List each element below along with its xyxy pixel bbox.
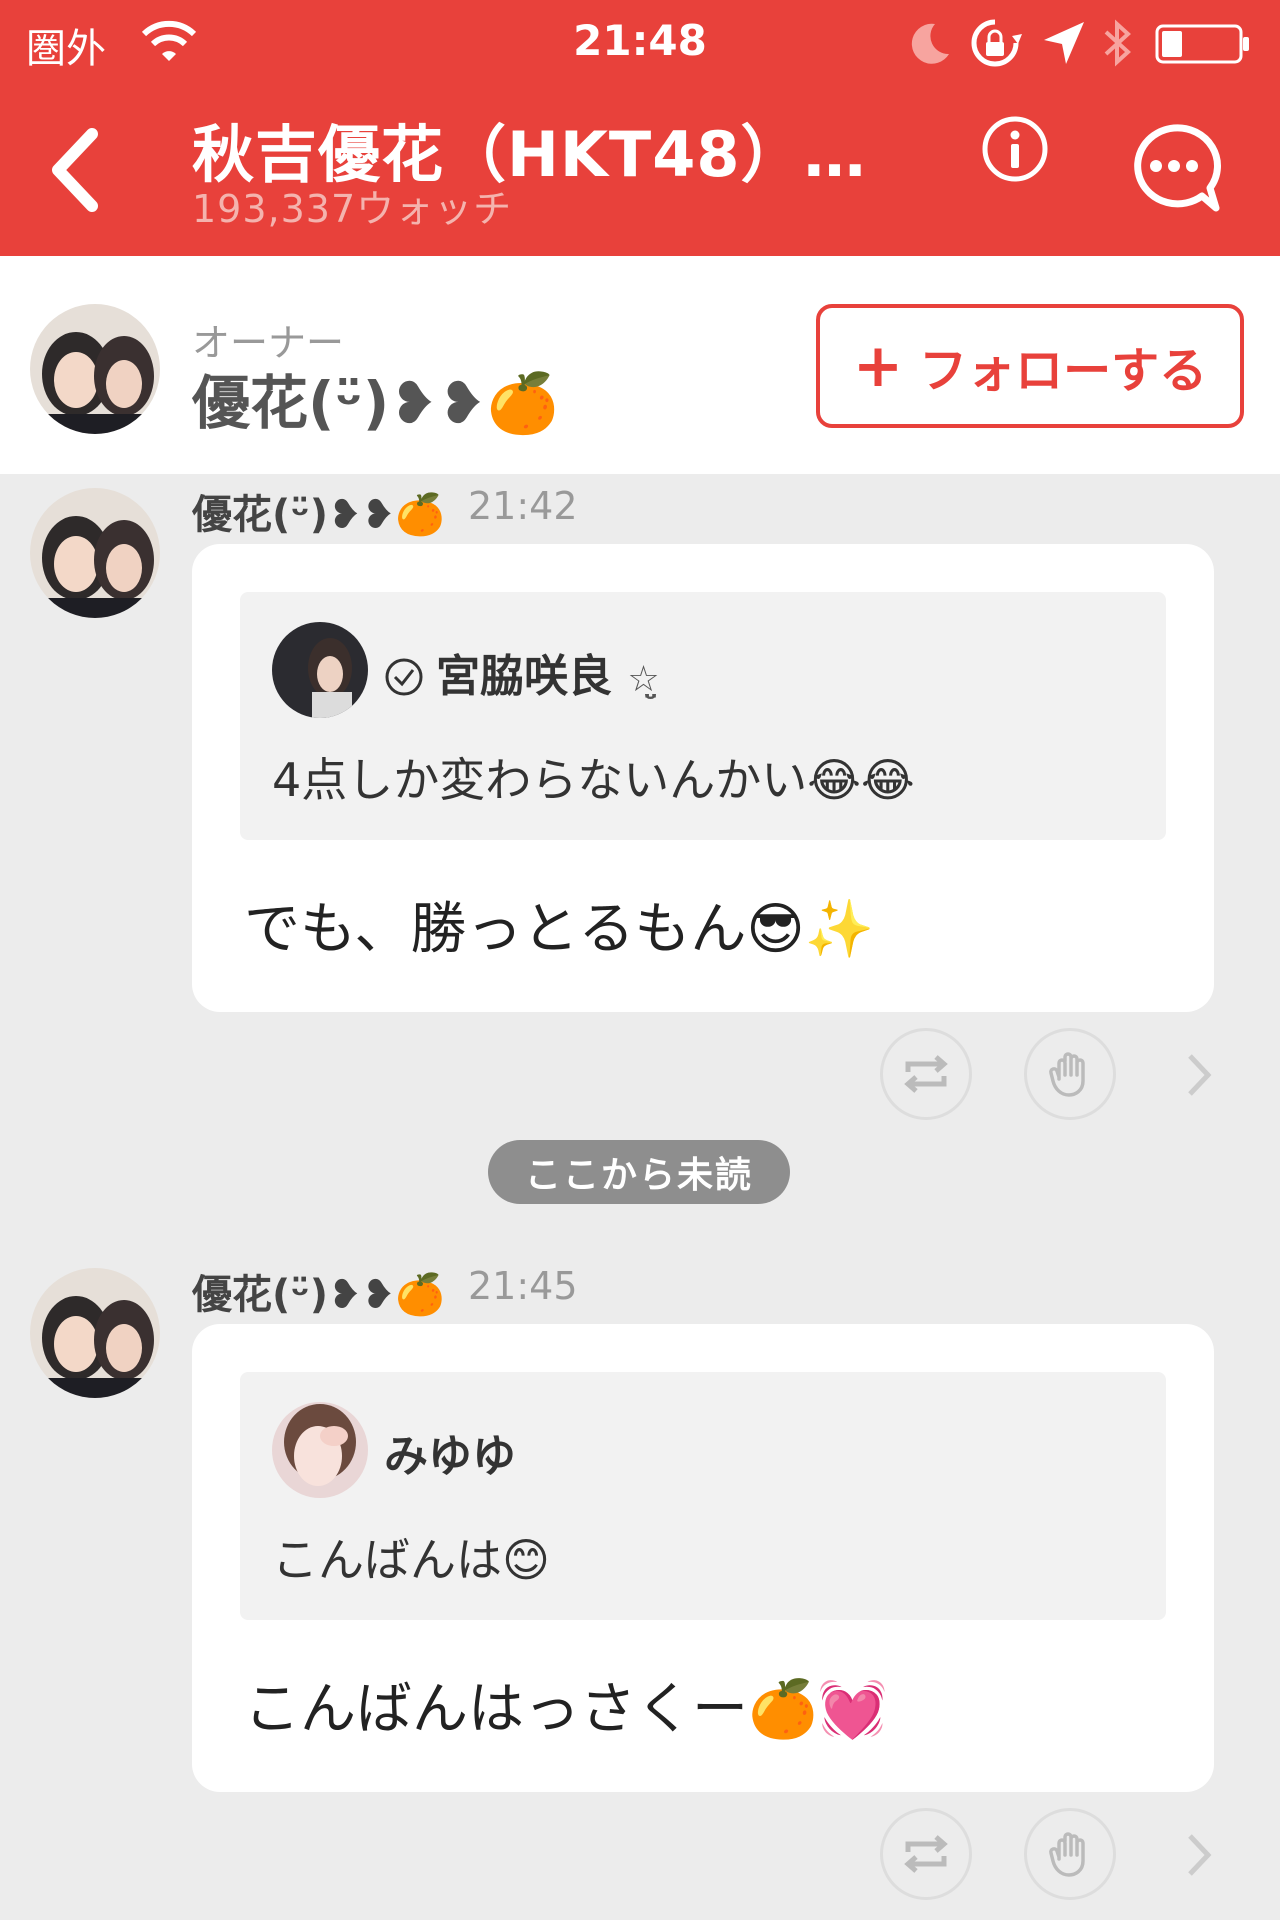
owner-avatar[interactable] [30, 304, 160, 434]
message-avatar[interactable] [30, 488, 160, 618]
battery-icon [1155, 24, 1249, 64]
info-icon[interactable] [980, 114, 1050, 184]
clap-hand-icon [1049, 1052, 1085, 1097]
follow-label: フォローする [919, 343, 1208, 399]
quote-author-decoration: ☆̤̮ [627, 659, 660, 700]
header: 圏外 21:48 秋吉優花（HKT48）な... 193,337ウォッチ [0, 0, 1280, 256]
message-sender: 優花(ᵕ̈)❥❥🍊 [192, 492, 445, 538]
follow-button[interactable]: + フォローする [816, 304, 1244, 428]
location-arrow-icon [1044, 22, 1084, 64]
owner-name: 優花(ᵕ̈)❥❥🍊 [192, 369, 559, 437]
app-root: 圏外 21:48 秋吉優花（HKT48）な... 193,337ウォッチ オーナ… [0, 0, 1280, 1920]
quote-author: みゆゆ [384, 1420, 516, 1484]
quote-avatar [272, 1402, 368, 1498]
quote-author: 宮脇咲良 ☆̤̮ [384, 640, 660, 704]
reply-text: でも、勝っとるもん😎✨ [244, 897, 875, 962]
chevron-right-icon[interactable] [1180, 1830, 1216, 1880]
chevron-right-icon[interactable] [1180, 1050, 1216, 1100]
rotation-lock-icon [971, 19, 1022, 67]
clock: 21:48 [573, 16, 707, 65]
quoted-message[interactable]: みゆゆ こんばんは😊 [240, 1372, 1166, 1620]
unread-divider: ここから未読 [488, 1140, 790, 1204]
verified-icon [385, 658, 423, 696]
message-time: 21:42 [468, 484, 578, 528]
repost-icon [904, 1055, 948, 1093]
quote-avatar [272, 622, 368, 718]
owner-bar: オーナー 優花(ᵕ̈)❥❥🍊 + フォローする [0, 256, 1280, 474]
repost-button[interactable] [880, 1028, 972, 1120]
message-sender: 優花(ᵕ̈)❥❥🍊 [192, 1272, 445, 1318]
quote-text: 4点しか変わらないんかい😂😂 [272, 753, 915, 807]
bluetooth-icon [1104, 19, 1131, 67]
back-button[interactable] [40, 120, 110, 220]
status-bar: 圏外 21:48 [0, 0, 1280, 90]
chat-bubble-icon[interactable] [1124, 118, 1224, 218]
quote-author-name: 宮脇咲良 [436, 651, 612, 702]
plus-icon: + [852, 331, 904, 401]
moon-icon [911, 23, 949, 64]
repost-icon [904, 1835, 948, 1873]
message-time: 21:45 [468, 1264, 578, 1308]
reply-text: こんばんはっさくー🍊💓 [244, 1677, 888, 1742]
quote-author-name: みゆゆ [384, 1431, 516, 1482]
watch-count: 193,337ウォッチ [192, 187, 513, 231]
quote-text: こんばんは😊 [272, 1533, 550, 1587]
clap-button[interactable] [1024, 1028, 1116, 1120]
message-bubble: みゆゆ こんばんは😊 こんばんはっさくー🍊💓 [192, 1324, 1214, 1792]
message-avatar[interactable] [30, 1268, 160, 1398]
message-bubble: 宮脇咲良 ☆̤̮ 4点しか変わらないんかい😂😂 でも、勝っとるもん😎✨ [192, 544, 1214, 1012]
clap-hand-icon [1049, 1832, 1085, 1877]
clap-button[interactable] [1024, 1808, 1116, 1900]
quoted-message[interactable]: 宮脇咲良 ☆̤̮ 4点しか変わらないんかい😂😂 [240, 592, 1166, 840]
repost-button[interactable] [880, 1808, 972, 1900]
